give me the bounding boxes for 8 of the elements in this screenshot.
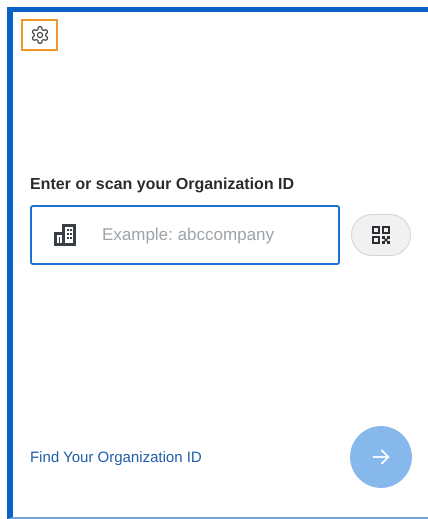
qr-code-icon — [371, 225, 391, 245]
find-organization-id-link[interactable]: Find Your Organization ID — [30, 448, 202, 466]
building-icon — [52, 222, 78, 248]
organization-id-field[interactable]: Example: abccompany — [30, 205, 340, 265]
heading: Enter or scan your Organization ID — [30, 176, 296, 194]
settings-button[interactable] — [21, 19, 58, 51]
settings-icon — [30, 25, 50, 45]
qr-scan-button[interactable] — [351, 214, 411, 256]
